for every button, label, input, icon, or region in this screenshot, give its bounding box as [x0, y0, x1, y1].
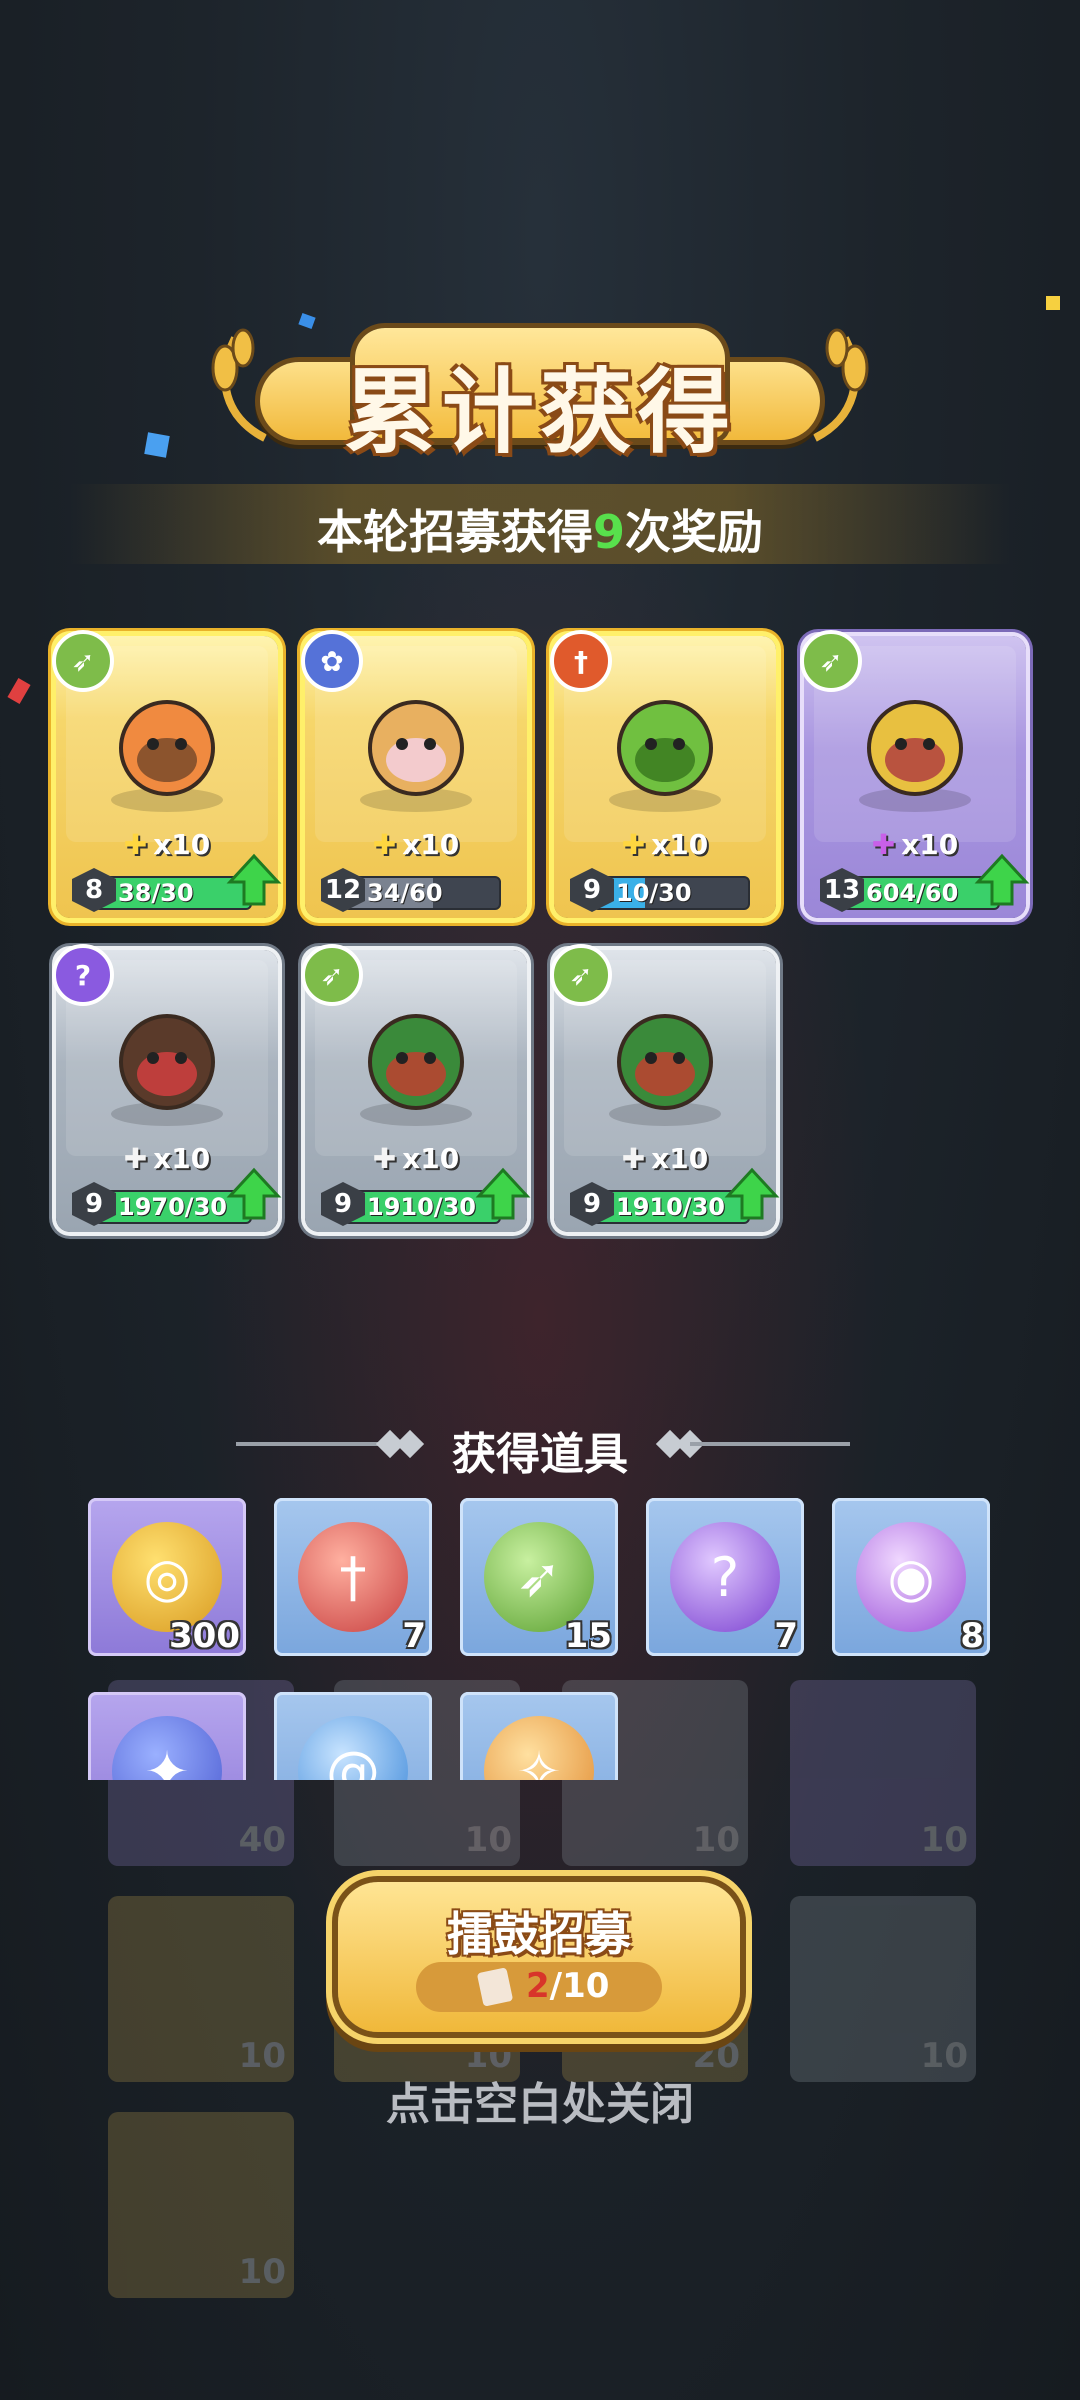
upgrade-arrow-icon[interactable]	[974, 852, 1030, 908]
hero-card[interactable]: ➶ ✚ x10 9 1910/30	[550, 944, 780, 1232]
page-title: 累计获得	[343, 359, 736, 466]
eye-icon: ◉	[856, 1522, 966, 1632]
item-tile-bow-token[interactable]: ➶ 15	[460, 1498, 618, 1656]
puzzle-piece-icon: ✚	[621, 1142, 646, 1175]
background-card: 10	[108, 1896, 294, 2082]
hero-fragment-count-text: x10	[402, 1142, 460, 1175]
recruit-button-label: 擂鼓招募	[447, 1907, 631, 1961]
hero-portrait	[360, 700, 472, 812]
puzzle-piece-icon: ✚	[621, 828, 646, 861]
hero-progress-text: 10/30	[616, 879, 692, 907]
hero-fragment-count-text: x10	[153, 1142, 211, 1175]
item-quantity: 300	[169, 1616, 240, 1656]
hero-fragment-count-text: x10	[153, 828, 211, 861]
hero-portrait	[360, 1014, 472, 1126]
paw-icon: ✦	[112, 1716, 222, 1780]
background-card-count: 10	[238, 2252, 286, 2292]
item-tile-eye-token[interactable]: ◉ 8	[832, 1498, 990, 1656]
background-card: 10	[790, 1896, 976, 2082]
hero-portrait	[609, 700, 721, 812]
item-quantity: 7	[402, 1616, 426, 1656]
hero-fragment-count-text: x10	[651, 1142, 709, 1175]
puzzle-piece-icon: ✚	[372, 828, 397, 861]
hero-card[interactable]: ➶ ✚ x10 9 1910/30	[301, 944, 531, 1232]
confetti	[144, 432, 170, 458]
items-grid-row2: ✦ @ ✧	[0, 1692, 1080, 1780]
swirl-icon: @	[298, 1716, 408, 1780]
item-quantity: 8	[960, 1616, 984, 1656]
ticket-current: 2	[526, 1966, 550, 2006]
puzzle-piece-icon: ✚	[871, 828, 896, 861]
drum-recruit-button[interactable]: 擂鼓招募 2/10	[338, 1882, 740, 2032]
background-card-count: 10	[464, 1820, 512, 1860]
wings-icon: ✧	[484, 1716, 594, 1780]
hero-progress-text: 1970/30	[118, 1193, 227, 1221]
upgrade-arrow-icon[interactable]	[226, 852, 282, 908]
confetti	[1046, 296, 1060, 310]
hero-card[interactable]: ➶ ✚ x10 13 604/60	[800, 630, 1030, 918]
hero-card[interactable]: ➶ ✚ x10 8 38/30	[52, 630, 282, 918]
hero-portrait	[859, 700, 971, 812]
item-quantity: 7	[774, 1616, 798, 1656]
close-hint[interactable]: 点击空白处关闭	[0, 2068, 1080, 2132]
background-card-count: 40	[238, 1820, 286, 1860]
hero-progress-text: 1910/30	[367, 1193, 476, 1221]
puzzle-piece-icon: ✚	[372, 1142, 397, 1175]
items-section-title: 获得道具	[452, 1429, 628, 1480]
sword-icon: †	[298, 1522, 408, 1632]
background-card-count: 10	[920, 1820, 968, 1860]
hero-portrait	[609, 1014, 721, 1126]
reward-count: 9	[592, 505, 625, 559]
hero-portrait	[111, 700, 223, 812]
items-section-header: 获得道具	[0, 1418, 1080, 1480]
hero-fragment-count-text: x10	[651, 828, 709, 861]
hero-progress-bar: 34/60	[343, 876, 501, 910]
reward-summary-prefix: 本轮招募获得	[316, 505, 593, 559]
hero-fragment-count-text: x10	[901, 828, 959, 861]
staff-icon: ?	[670, 1522, 780, 1632]
hero-progress-text: 1910/30	[616, 1193, 725, 1221]
item-tile[interactable]: ✦	[88, 1692, 246, 1780]
hero-progress-bar: 10/30	[592, 876, 750, 910]
hero-portrait	[111, 1014, 223, 1126]
ticket-total: /10	[549, 1966, 610, 2006]
item-tile[interactable]: @	[274, 1692, 432, 1780]
hero-fragment-count: ✚ x10	[305, 828, 527, 861]
hero-card[interactable]: ? ✚ x10 9 1970/30	[52, 944, 282, 1232]
puzzle-piece-icon: ✚	[123, 1142, 148, 1175]
ticket-icon	[476, 1967, 514, 2007]
hero-progress-text: 34/60	[367, 879, 443, 907]
item-tile-staff-token[interactable]: ? 7	[646, 1498, 804, 1656]
item-tile-sword-token[interactable]: † 7	[274, 1498, 432, 1656]
hero-progress-text: 604/60	[866, 879, 959, 907]
upgrade-arrow-icon[interactable]	[226, 1166, 282, 1222]
item-quantity: 15	[564, 1616, 612, 1656]
background-card: 10	[108, 2112, 294, 2298]
recruit-ticket-counter: 2/10	[416, 1962, 662, 2012]
reward-summary-suffix: 次奖励	[625, 505, 763, 559]
puzzle-piece-icon: ✚	[123, 828, 148, 861]
upgrade-arrow-icon[interactable]	[724, 1166, 780, 1222]
hero-card[interactable]: ✿ ✚ x10 12 34/60	[301, 630, 527, 918]
item-tile[interactable]: ✧	[460, 1692, 618, 1780]
hero-fragment-count-text: x10	[402, 828, 460, 861]
ticket-count: 2/10	[526, 1966, 609, 2006]
hero-card[interactable]: † ✚ x10 9 10/30	[550, 630, 776, 918]
reward-summary: 本轮招募获得9次奖励	[0, 496, 1080, 562]
item-tile-gold-coin[interactable]: ◎ 300	[88, 1498, 246, 1656]
hero-progress-text: 38/30	[118, 879, 194, 907]
hero-fragment-count: ✚ x10	[554, 828, 776, 861]
upgrade-arrow-icon[interactable]	[475, 1166, 531, 1222]
divider-line	[690, 1442, 850, 1446]
background-card-count: 10	[692, 1820, 740, 1860]
title-banner: 累计获得	[205, 320, 875, 466]
